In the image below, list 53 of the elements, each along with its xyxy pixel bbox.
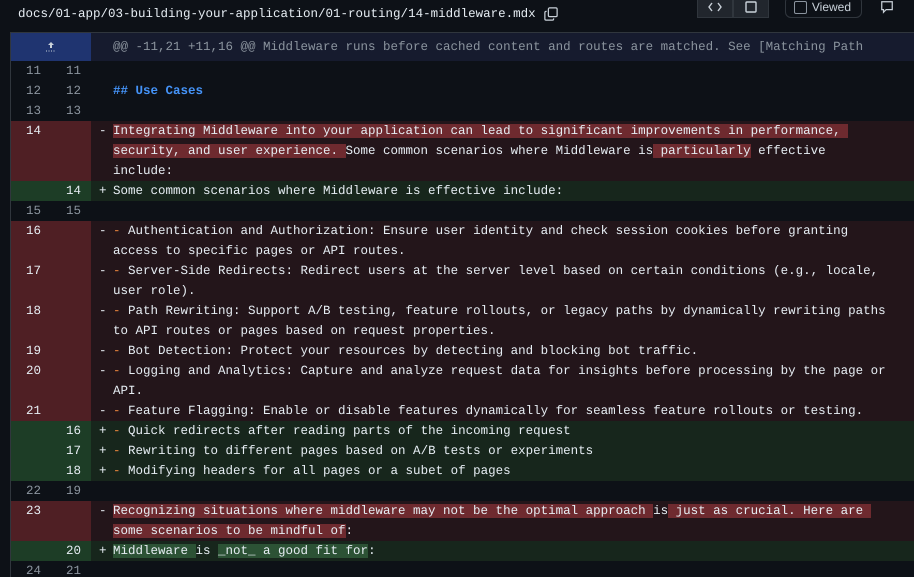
code-line: - Feature Flagging: Enable or disable features dynamically for seamless feature rollouts or testing. xyxy=(113,403,864,420)
new-line-number: 16 xyxy=(51,421,91,441)
code-line: - Bot Detection: Protect your resources by detecting and blocking bot traffic. xyxy=(113,343,700,360)
old-line-number: 19 xyxy=(11,341,51,361)
new-line-number: 15 xyxy=(64,203,82,220)
new-line-number: 20 xyxy=(51,541,91,561)
file-path: docs/01-app/03-building-your-application/01-routing/14-middleware.mdx xyxy=(18,7,536,21)
code-line: - Logging and Analytics: Capture and analyze request data for insights before processing by the page or API. xyxy=(113,363,887,400)
code-line: - Authentication and Authorization: Ensure user identity and check session cookies before granting access to specific pages or API routes. xyxy=(113,223,850,260)
old-line-number: 24 xyxy=(24,563,42,577)
new-line-number: 21 xyxy=(64,563,82,577)
new-line-number: 13 xyxy=(64,103,82,120)
old-line-number: 14 xyxy=(11,121,51,181)
diff-sign: + xyxy=(99,424,107,438)
new-line-number: 11 xyxy=(64,63,82,80)
old-line-number: 21 xyxy=(11,401,51,421)
old-line-number: 15 xyxy=(24,203,42,220)
diff-sign: + xyxy=(99,464,107,478)
old-line-number: 11 xyxy=(24,63,42,80)
old-line-number: 20 xyxy=(11,361,51,401)
code-line: Some common scenarios where Middleware is effective include: xyxy=(113,183,564,200)
new-line-number: 19 xyxy=(64,483,82,500)
new-line-number: 17 xyxy=(51,441,91,461)
new-line-number: 18 xyxy=(51,461,91,481)
old-line-number: 12 xyxy=(24,83,42,100)
old-line-number: 22 xyxy=(24,483,42,500)
new-line-number: 12 xyxy=(64,83,82,100)
diff-sign: - xyxy=(99,404,107,418)
diff-sign: - xyxy=(99,124,107,138)
old-line-number: 17 xyxy=(11,261,51,301)
diff-sign: - xyxy=(99,504,107,518)
diff-sign: + xyxy=(99,184,107,198)
diff-sign: - xyxy=(99,264,107,278)
viewed-button[interactable]: Viewed xyxy=(784,0,862,18)
diff-sign: - xyxy=(99,304,107,318)
code-line: ## Use Cases xyxy=(113,83,204,100)
diff-sign: + xyxy=(99,444,107,458)
diff-sign: - xyxy=(99,364,107,378)
code-line: - Server-Side Redirects: Redirect users at the server level based on certain conditions (e.g., locale, user role). xyxy=(113,263,880,300)
hunk-header: @@ -11,21 +11,16 @@ Middleware runs before cached content and routes are matched. See [Matching Path xyxy=(112,40,864,54)
code-line: Middleware is _not_ a good fit for: xyxy=(113,543,377,560)
diff-sign: - xyxy=(99,344,107,358)
code-line: - Path Rewriting: Support A/B testing, feature rollouts, or legacy paths by dynamically rewriting paths to API routes or pages based on request properties. xyxy=(113,303,887,340)
old-line-number: 18 xyxy=(11,301,51,341)
code-line: - Modifying headers for all pages or a subet of pages xyxy=(113,463,512,480)
code-line: - Rewriting to different pages based on A/B tests or experiments xyxy=(113,443,594,460)
old-line-number: 23 xyxy=(11,501,51,541)
code-line: - Quick redirects after reading parts of the incoming request xyxy=(113,423,572,440)
diff-sign: - xyxy=(99,224,107,238)
diff-sign: + xyxy=(99,544,107,558)
old-line-number: 13 xyxy=(24,103,42,120)
old-line-number: 16 xyxy=(11,221,51,261)
new-line-number: 14 xyxy=(51,181,91,201)
